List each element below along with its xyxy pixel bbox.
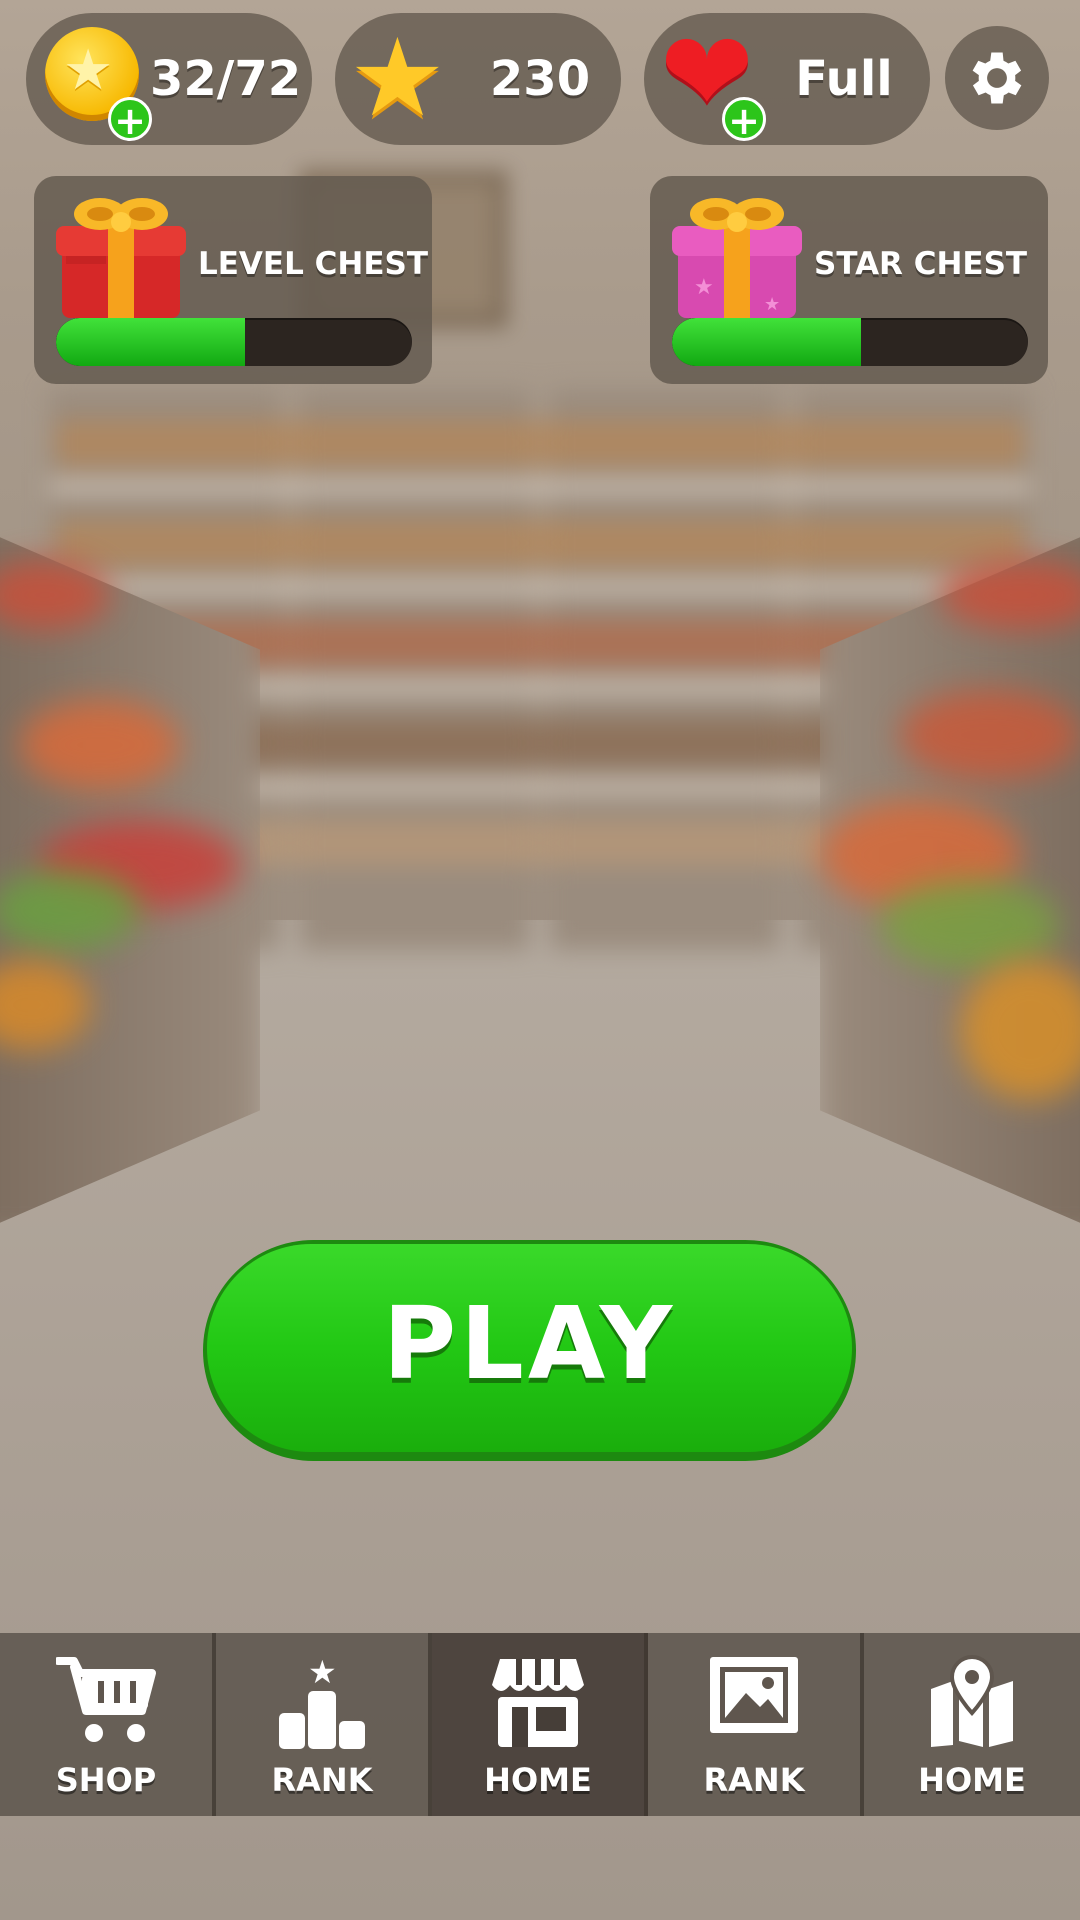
nav-label-home-2: HOME [918, 1761, 1026, 1799]
level-chest-progress-bar [56, 318, 412, 366]
cart-icon [56, 1657, 156, 1742]
star-chest-progress-bar [672, 318, 1028, 366]
nav-item-home[interactable]: HOME [432, 1633, 648, 1816]
star-icon: ★ [349, 16, 446, 141]
pink-gift-icon: ★ ★ [672, 198, 802, 318]
star-chest-label: STAR CHEST [814, 246, 1028, 282]
add-lives-icon[interactable]: + [722, 97, 766, 142]
coins-value: 32/72 [150, 51, 302, 107]
level-chest-progress-fill [56, 318, 245, 366]
gear-icon [972, 52, 1022, 104]
star-chest-panel[interactable]: ★ ★ STAR CHEST [650, 176, 1048, 384]
nav-label-shop: SHOP [55, 1761, 157, 1799]
stars-value: 230 [489, 51, 591, 107]
settings-button[interactable] [945, 26, 1049, 130]
store-icon [492, 1659, 584, 1747]
star-chest-progress-fill [672, 318, 861, 366]
bottom-nav: SHOP ★ RANK HOME RANK HOME [0, 1633, 1080, 1816]
lives-counter[interactable]: ❤ + Full [644, 13, 930, 145]
map-pin-icon [931, 1655, 1013, 1747]
red-gift-icon [56, 198, 186, 318]
play-button-label: PLAY [382, 1285, 677, 1402]
nav-label-home: HOME [484, 1761, 592, 1799]
nav-label-rank: RANK [271, 1761, 373, 1799]
level-chest-panel[interactable]: LEVEL CHEST [34, 176, 432, 384]
nav-item-map[interactable]: HOME [864, 1633, 1080, 1816]
svg-text:★: ★ [764, 294, 780, 315]
nav-label-rank-2: RANK [703, 1761, 805, 1799]
nav-item-rank[interactable]: ★ RANK [216, 1633, 432, 1816]
add-coins-icon[interactable]: + [108, 97, 152, 142]
picture-stamp-icon [710, 1657, 798, 1733]
play-button[interactable]: PLAY [203, 1240, 856, 1461]
nav-item-gallery[interactable]: RANK [648, 1633, 864, 1816]
lives-value: Full [795, 51, 893, 107]
nav-item-shop[interactable]: SHOP [0, 1633, 216, 1816]
coins-counter[interactable]: ★ + 32/72 [26, 13, 312, 145]
svg-text:★: ★ [308, 1655, 337, 1691]
level-chest-label: LEVEL CHEST [198, 246, 428, 282]
stars-counter: ★ 230 [335, 13, 621, 145]
podium-icon: ★ [279, 1655, 365, 1749]
svg-text:★: ★ [694, 275, 714, 300]
